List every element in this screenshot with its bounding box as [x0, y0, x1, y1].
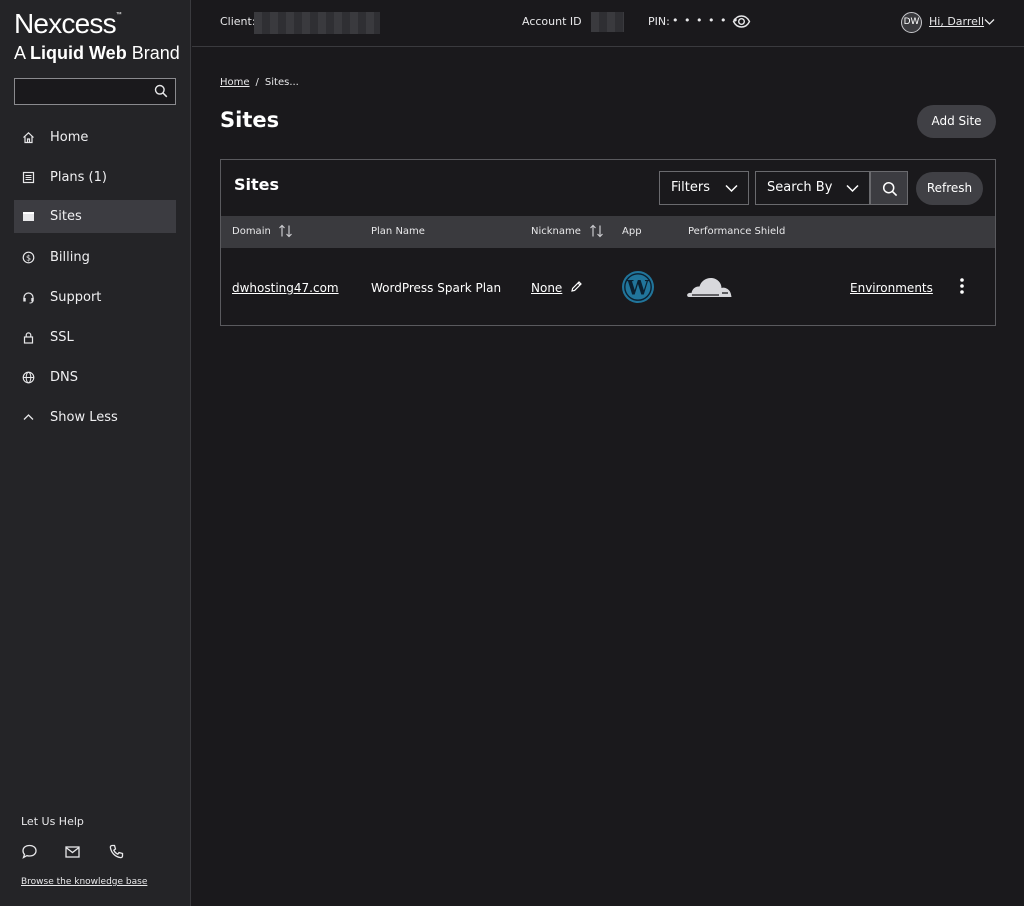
- chat-icon[interactable]: [21, 843, 38, 860]
- search-icon: [882, 181, 898, 197]
- sidebar-item-label: Show Less: [50, 410, 118, 425]
- sidebar-item-billing[interactable]: $ Billing: [14, 241, 176, 274]
- brand-tagline-suffix: Brand: [131, 43, 180, 63]
- user-menu-greeting[interactable]: Hi, Darrell: [929, 15, 984, 28]
- breadcrumb-current: Sites...: [264, 77, 299, 88]
- sidebar-item-plans[interactable]: Plans (1): [14, 161, 176, 194]
- phone-icon[interactable]: [108, 843, 125, 860]
- sort-icon[interactable]: [278, 224, 293, 238]
- sidebar-item-label: SSL: [50, 330, 74, 345]
- sidebar-item-dns[interactable]: DNS: [14, 361, 176, 394]
- pin-mask: • • • • • •: [672, 14, 740, 27]
- sidebar-item-label: Sites: [50, 209, 82, 224]
- chevron-down-icon: [846, 184, 859, 193]
- cloudflare-icon: [686, 275, 732, 299]
- pencil-icon[interactable]: [570, 280, 583, 293]
- page-title: Sites: [220, 108, 280, 132]
- brand-name: Nexcess: [14, 8, 117, 39]
- sidebar-item-ssl[interactable]: SSL: [14, 321, 176, 354]
- refresh-button[interactable]: Refresh: [916, 172, 983, 205]
- column-header-app: App: [622, 226, 642, 237]
- nickname-link[interactable]: None: [531, 281, 562, 295]
- more-options-icon[interactable]: [959, 277, 965, 295]
- account-id-redacted: [591, 12, 624, 32]
- filters-dropdown[interactable]: Filters: [659, 171, 749, 205]
- billing-icon: $: [22, 251, 35, 264]
- plan-name-cell: WordPress Spark Plan: [371, 281, 502, 295]
- sidebar-item-label: Plans (1): [50, 170, 107, 185]
- sidebar-search-input[interactable]: [14, 78, 176, 105]
- search-icon[interactable]: [154, 84, 168, 98]
- eye-icon[interactable]: [732, 13, 751, 30]
- sidebar-item-label: Billing: [50, 250, 90, 265]
- domain-link[interactable]: dwhosting47.com: [232, 281, 339, 295]
- chevron-down-icon: [725, 184, 738, 193]
- pin-label: PIN:: [648, 15, 670, 28]
- column-header-domain[interactable]: Domain: [232, 226, 271, 237]
- column-header-nickname[interactable]: Nickname: [531, 226, 581, 237]
- sidebar: Nexcess™ A Liquid Web Brand Home Plans (…: [0, 0, 191, 906]
- sidebar-item-label: DNS: [50, 370, 78, 385]
- search-button[interactable]: [870, 171, 908, 205]
- brand-tagline-bold: Liquid Web: [30, 43, 127, 63]
- brand-tagline: A Liquid Web Brand: [14, 43, 180, 64]
- add-site-button[interactable]: Add Site: [917, 105, 996, 138]
- globe-icon: [22, 371, 35, 384]
- breadcrumb: Home / Sites...: [220, 77, 299, 88]
- wordpress-icon: W: [621, 270, 655, 304]
- search-by-dropdown[interactable]: Search By: [755, 171, 870, 205]
- knowledge-base-link[interactable]: Browse the knowledge base: [21, 877, 147, 887]
- table-header: Domain Plan Name Nickname App Performanc…: [221, 216, 995, 248]
- brand-tagline-prefix: A: [14, 43, 26, 63]
- sort-icon[interactable]: [589, 224, 604, 238]
- panel-title: Sites: [234, 175, 280, 194]
- home-icon: [22, 131, 35, 144]
- top-bar: Client: Account ID PIN: • • • • • • DW H…: [192, 0, 1024, 47]
- filters-label: Filters: [671, 180, 710, 195]
- search-by-label: Search By: [767, 180, 833, 195]
- brand-trademark: ™: [115, 12, 122, 18]
- lock-icon: [22, 331, 35, 344]
- sidebar-item-label: Home: [50, 130, 89, 145]
- column-header-performance-shield: Performance Shield: [688, 226, 786, 237]
- sidebar-item-support[interactable]: Support: [14, 281, 176, 314]
- help-title: Let Us Help: [21, 815, 84, 828]
- svg-text:W: W: [626, 276, 650, 300]
- chevron-down-icon[interactable]: [984, 18, 995, 26]
- brand-logo[interactable]: Nexcess™: [14, 8, 122, 40]
- chevron-up-icon: [22, 411, 35, 424]
- sites-icon: [22, 210, 35, 223]
- breadcrumb-separator: /: [255, 77, 259, 88]
- breadcrumb-home-link[interactable]: Home: [220, 77, 250, 88]
- client-value-redacted: [254, 12, 380, 34]
- sidebar-item-show-less[interactable]: Show Less: [14, 401, 176, 434]
- environments-link[interactable]: Environments: [850, 281, 933, 295]
- column-header-plan-name: Plan Name: [371, 226, 425, 237]
- sidebar-item-home[interactable]: Home: [14, 121, 176, 154]
- client-label: Client:: [220, 15, 256, 28]
- sidebar-item-sites[interactable]: Sites: [14, 200, 176, 233]
- sidebar-item-label: Support: [50, 290, 102, 305]
- account-id-label: Account ID: [522, 15, 582, 28]
- avatar[interactable]: DW: [901, 12, 922, 33]
- svg-text:$: $: [26, 253, 31, 262]
- sites-panel: Sites Filters Search By Refresh Domain P…: [220, 159, 996, 326]
- plans-icon: [22, 171, 35, 184]
- support-icon: [22, 291, 35, 304]
- mail-icon[interactable]: [64, 843, 81, 860]
